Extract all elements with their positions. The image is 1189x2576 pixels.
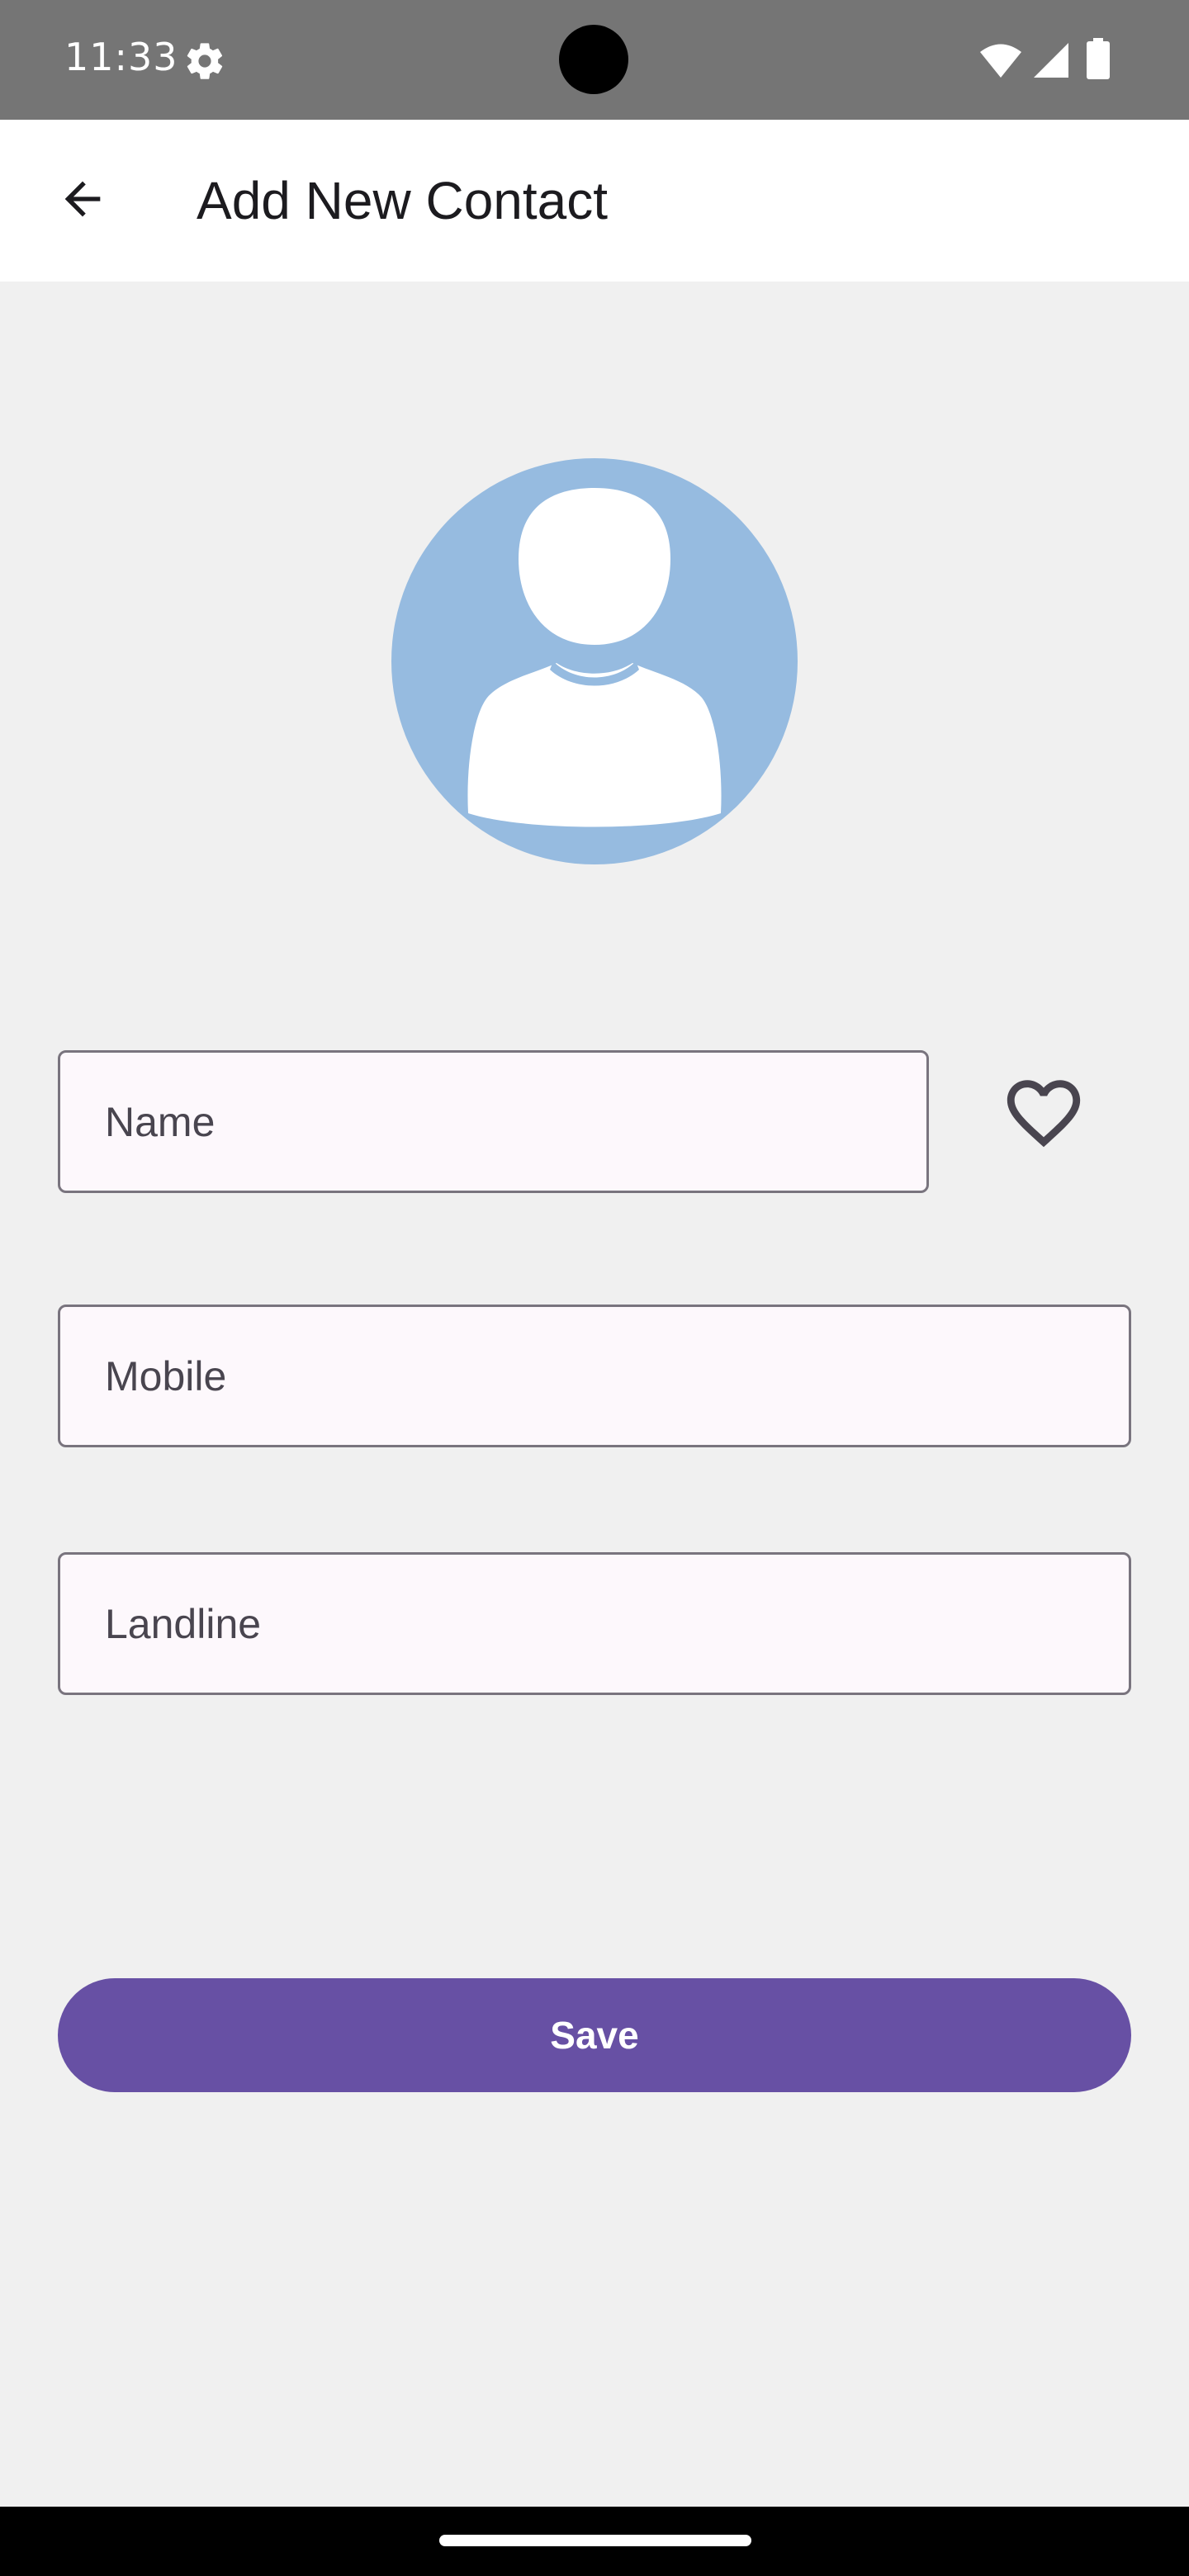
mobile-field[interactable] [58,1305,1131,1447]
contact-avatar[interactable] [391,458,798,864]
arrow-back-icon [56,173,109,230]
navigation-bar [0,2507,1189,2576]
landline-field[interactable] [58,1552,1131,1695]
wifi-icon [979,43,1022,79]
save-button[interactable]: Save [58,1978,1131,2092]
status-bar: 11:33 [0,0,1189,120]
landline-input[interactable] [60,1555,1129,1693]
page-title: Add New Contact [197,171,609,230]
mobile-input[interactable] [60,1307,1129,1445]
battery-icon [1087,38,1110,79]
name-input[interactable] [60,1053,926,1191]
top-app-bar: Add New Contact [0,120,1189,282]
person-avatar-icon [391,458,798,864]
status-time: 11:33 [64,35,178,79]
name-field[interactable] [58,1050,929,1193]
favorite-toggle[interactable] [988,1065,1100,1164]
settings-gear-icon [183,40,226,83]
heart-outline-icon [1000,1069,1087,1161]
cell-signal-icon [1032,41,1070,79]
add-contact-screen: 11:33 Add New Contact Name Mobile Landli… [0,0,1189,2576]
back-button[interactable] [43,161,122,240]
home-indicator[interactable] [439,2535,751,2546]
camera-cutout [559,25,628,94]
